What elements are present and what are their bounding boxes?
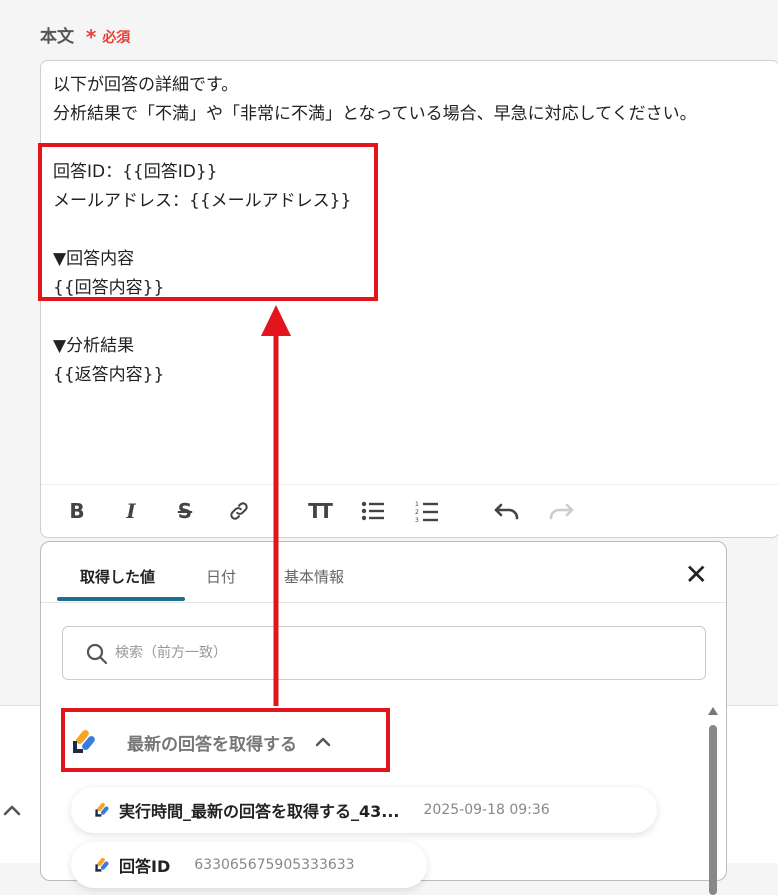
list-item[interactable]: 実行時間_最新の回答を取得する_43... 2025-09-18 09:36 <box>71 787 657 833</box>
tabs-divider <box>41 602 726 603</box>
item-label: 実行時間_最新の回答を取得する_43... <box>119 802 400 821</box>
text-size-button[interactable]: TT <box>305 497 333 525</box>
svg-text:1: 1 <box>415 501 419 508</box>
redo-icon <box>549 503 574 520</box>
editor-line: ▼分析結果 <box>53 336 135 356</box>
highlight-box-group <box>61 708 390 772</box>
body-label-text: 本文 <box>40 27 74 47</box>
bold-icon: B <box>69 499 85 523</box>
italic-icon: I <box>126 499 136 523</box>
bullet-list-button[interactable] <box>359 497 387 525</box>
tab-basic-info[interactable]: 基本情報 <box>284 566 344 587</box>
app-logo-icon <box>95 857 109 872</box>
editor-line: 分析結果で「不満」や「非常に不満」となっている場合、早急に対応してください。 <box>53 104 697 124</box>
search-icon <box>86 643 108 665</box>
text-size-icon: TT <box>308 499 333 523</box>
search-input[interactable] <box>113 644 637 662</box>
tab-acquired-values[interactable]: 取得した値 <box>80 566 155 587</box>
bold-button[interactable]: B <box>63 497 91 525</box>
search-box[interactable] <box>62 626 706 680</box>
svg-text:2: 2 <box>415 509 419 516</box>
scrollbar-thumb[interactable] <box>709 725 717 895</box>
undo-button[interactable] <box>493 497 521 525</box>
link-button[interactable] <box>225 497 253 525</box>
strikethrough-button[interactable]: S <box>171 497 199 525</box>
scrollbar[interactable] <box>708 707 718 895</box>
highlight-box-editor <box>38 143 378 301</box>
body-field-label: 本文 * 必須 <box>40 22 131 49</box>
numbered-list-icon: 1 2 3 <box>415 501 438 523</box>
editor-line: {{返答内容}} <box>53 365 165 385</box>
item-label: 回答ID <box>119 857 171 876</box>
numbered-list-button[interactable]: 1 2 3 <box>413 497 441 525</box>
close-icon[interactable]: ✕ <box>685 558 708 591</box>
editor-toolbar: B I S TT 1 2 3 <box>41 484 778 537</box>
italic-button[interactable]: I <box>117 497 145 525</box>
strikethrough-icon: S <box>177 499 193 523</box>
required-star: * <box>85 25 97 49</box>
app-logo-icon <box>95 802 109 817</box>
required-text: 必須 <box>102 30 131 46</box>
scroll-up-icon[interactable] <box>708 707 718 715</box>
undo-icon <box>494 503 519 520</box>
chevron-up-icon[interactable] <box>2 798 22 823</box>
active-tab-indicator <box>57 597 185 601</box>
editor-line: 以下が回答の詳細です。 <box>53 75 239 95</box>
list-item[interactable]: 回答ID 633065675905333633 <box>71 842 427 888</box>
tab-date[interactable]: 日付 <box>206 566 236 587</box>
link-icon <box>230 502 248 520</box>
svg-text:3: 3 <box>415 517 419 523</box>
item-value: 2025-09-18 09:36 <box>423 802 550 818</box>
item-value: 633065675905333633 <box>194 857 355 873</box>
redo-button[interactable] <box>547 497 575 525</box>
bullet-list-icon <box>361 501 384 521</box>
